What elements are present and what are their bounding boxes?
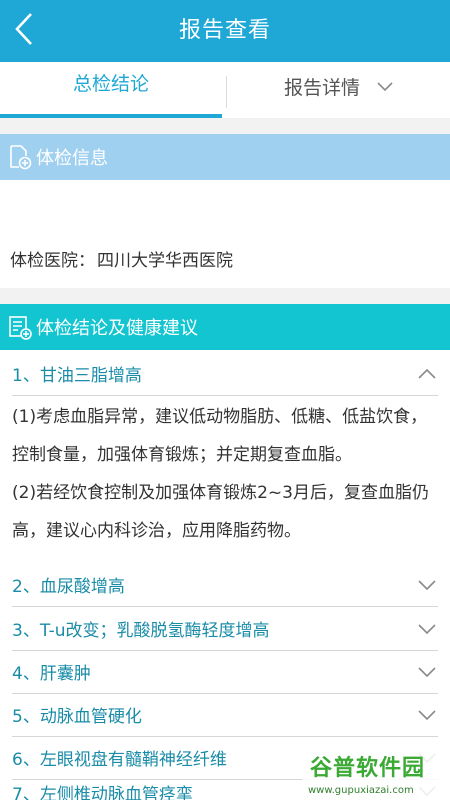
conclusion-item[interactable]: 3、T-u改变；乳酸脱氢酶轻度增高 xyxy=(12,607,438,651)
document-add-icon xyxy=(8,144,32,170)
conclusion-item[interactable]: 2、血尿酸增高 xyxy=(12,563,438,607)
chevron-down-icon xyxy=(416,704,438,726)
conclusion-item[interactable]: 1、甘油三脂增高 xyxy=(12,352,438,396)
hospital-row: 体检医院： 四川大学华西医院 xyxy=(10,246,233,271)
conclusion-item-label: 7、左侧椎动脉血管痉挛 xyxy=(12,785,193,800)
chevron-down-icon xyxy=(416,574,438,596)
conclusion-item-label: 6、左眼视盘有髓鞘神经纤维 xyxy=(12,750,227,770)
conclusion-item-label: 3、T-u改变；乳酸脱氢酶轻度增高 xyxy=(12,621,270,641)
tab-detail-label: 报告详情 xyxy=(283,77,360,99)
hospital-label: 体检医院： xyxy=(10,251,95,271)
hospital-value: 四川大学华西医院 xyxy=(97,251,233,271)
conclusion-title: 体检结论及健康建议 xyxy=(36,318,198,339)
tab-divider xyxy=(226,76,227,108)
chevron-down-icon xyxy=(416,661,438,683)
tab-summary-label: 总检结论 xyxy=(72,73,149,95)
exam-info-body: 体检医院： 四川大学华西医院 xyxy=(0,180,450,288)
conclusion-header: 体检结论及健康建议 xyxy=(0,304,450,350)
exam-info-title: 体检信息 xyxy=(36,148,108,169)
conclusion-list: 1、甘油三脂增高 (1)考虑血脂异常，建议低动物脂肪、低糖、低盐饮食，控制食量，… xyxy=(0,350,450,800)
app-header: 报告查看 xyxy=(0,0,450,62)
watermark-name: 谷普软件园 xyxy=(310,756,426,781)
exam-info-header: 体检信息 xyxy=(0,134,450,180)
conclusion-item-label: 4、肝囊肿 xyxy=(12,664,91,684)
chevron-down-icon xyxy=(416,618,438,640)
conclusion-item-label: 1、甘油三脂增高 xyxy=(12,366,142,386)
page-title: 报告查看 xyxy=(178,18,271,43)
conclusion-item[interactable]: 5、动脉血管硬化 xyxy=(12,693,438,737)
watermark-logo: 谷普软件园 www.gupuxiazai.com xyxy=(302,748,450,800)
conclusion-item[interactable]: 4、肝囊肿 xyxy=(12,650,438,694)
watermark-url: www.gupuxiazai.com xyxy=(308,785,414,796)
chevron-up-icon xyxy=(416,363,438,385)
tab-active-underline xyxy=(0,114,222,118)
tab-summary[interactable]: 总检结论 xyxy=(0,62,222,118)
advice-paragraph: (2)若经饮食控制及加强体育锻炼2~3月后，复查血脂仍高，建议心内科诊治，应用降… xyxy=(12,483,429,541)
tab-report-detail[interactable]: 报告详情 xyxy=(228,62,450,118)
conclusion-item-label: 2、血尿酸增高 xyxy=(12,577,125,597)
conclusion-advice: (1)考虑血脂异常，建议低动物脂肪、低糖、低盐饮食，控制食量，加强体育锻炼；并定… xyxy=(12,398,436,550)
advice-paragraph: (1)考虑血脂异常，建议低动物脂肪、低糖、低盐饮食，控制食量，加强体育锻炼；并定… xyxy=(12,407,428,465)
tab-bar: 总检结论 报告详情 xyxy=(0,62,450,118)
checklist-add-icon xyxy=(8,314,32,340)
chevron-down-icon xyxy=(376,61,394,113)
conclusion-item-label: 5、动脉血管硬化 xyxy=(12,707,142,727)
